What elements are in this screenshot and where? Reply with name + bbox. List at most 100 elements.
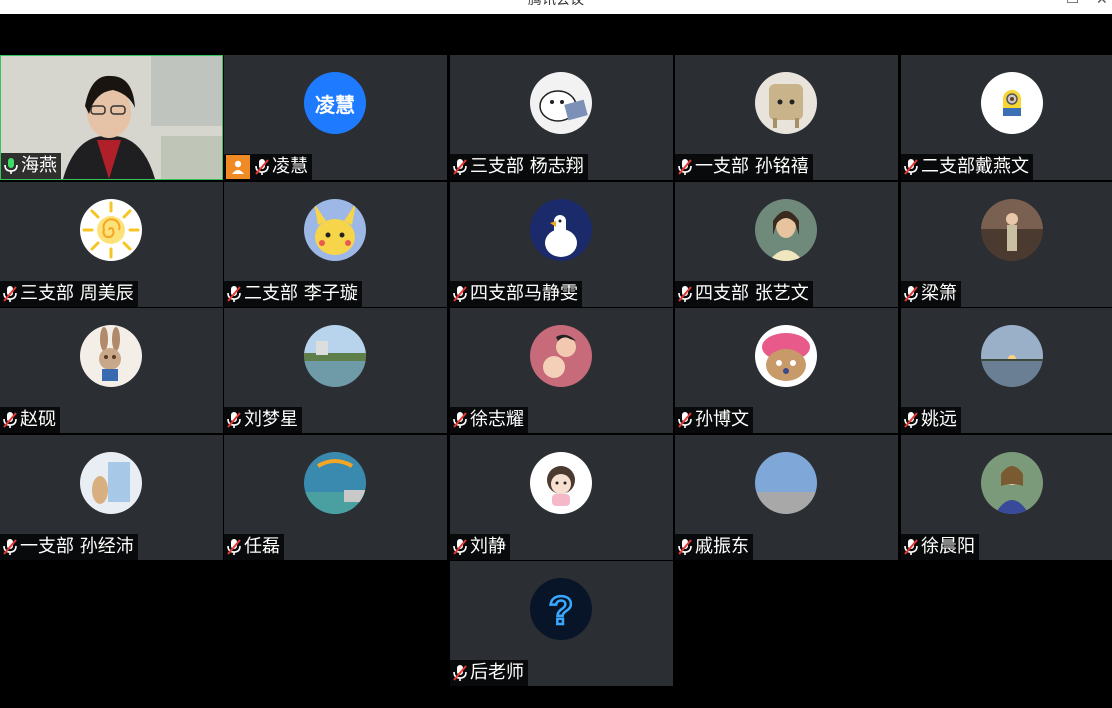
microphone-muted-icon [452,158,468,176]
participant-nameplate: 刘静 [450,534,510,560]
participant-avatar [530,199,592,261]
microphone-icon [3,157,19,175]
microphone-muted-icon [903,285,919,303]
participant-tile[interactable]: ? 后老师 [450,561,673,686]
participant-nameplate: 四支部马静雯 [450,281,582,307]
participant-nameplate: 二支部戴燕文 [901,154,1033,180]
participant-name: 二支部 李子璇 [244,283,358,304]
participant-nameplate: 三支部 杨志翔 [450,154,588,180]
participant-avatar [981,199,1043,261]
participant-avatar [304,452,366,514]
participant-avatar [530,72,592,134]
participant-tile[interactable]: 任磊 [224,435,447,560]
participant-avatar [80,325,142,387]
participant-tile[interactable]: 刘梦星 [224,308,447,433]
participant-tile[interactable]: 一支部 孙经沛 [0,435,223,560]
participant-name: 孙博文 [695,409,749,430]
microphone-muted-icon [903,538,919,556]
microphone-muted-icon [677,411,693,429]
participant-avatar: 凌慧 [304,72,366,134]
participant-tile[interactable]: 四支部 张艺文 [675,182,898,307]
participant-nameplate: 一支部 孙经沛 [0,534,138,560]
participant-name: 戚振东 [695,536,749,557]
minimize-icon[interactable]: ▭ [1066,0,1079,10]
participant-tile[interactable]: 三支部 周美辰 [0,182,223,307]
participant-avatar [304,199,366,261]
participant-tile[interactable]: 海燕 [0,55,223,180]
participant-tile[interactable]: 梁箫 [901,182,1112,307]
participant-nameplate: 二支部 李子璇 [224,281,362,307]
participant-name: 海燕 [21,155,57,176]
participant-nameplate: 姚远 [901,407,961,433]
title-bar: 腾讯会议 ▭ ✕ [0,0,1112,14]
participant-avatar [80,199,142,261]
participant-name: 凌慧 [272,156,308,177]
participant-name: 徐志耀 [470,409,524,430]
participant-nameplate: 凌慧 [224,154,312,180]
participant-nameplate: 戚振东 [675,534,753,560]
participant-avatar [80,452,142,514]
participant-avatar [755,325,817,387]
host-user-icon [226,155,250,179]
participant-name: 四支部 张艺文 [695,283,809,304]
svg-text:?: ? [549,589,573,633]
participant-name: 刘梦星 [244,409,298,430]
participant-name: 赵砚 [20,409,56,430]
participant-tile[interactable]: 赵砚 [0,308,223,433]
participant-nameplate: 海燕 [1,153,61,179]
participant-tile[interactable]: 徐晨阳 [901,435,1112,560]
participant-tile[interactable]: 二支部 李子璇 [224,182,447,307]
microphone-muted-icon [677,285,693,303]
participant-nameplate: 任磊 [224,534,284,560]
participant-name: 四支部马静雯 [470,283,578,304]
microphone-muted-icon [226,285,242,303]
microphone-muted-icon [226,411,242,429]
participant-nameplate: 一支部 孙铭禧 [675,154,813,180]
participant-avatar [981,452,1043,514]
participant-name: 三支部 杨志翔 [470,156,584,177]
participant-avatar [304,325,366,387]
participant-tile[interactable]: 凌慧 凌慧 [224,55,447,180]
window-title: 腾讯会议 [528,0,584,8]
participant-tile[interactable]: 孙博文 [675,308,898,433]
participant-name: 一支部 孙铭禧 [695,156,809,177]
participant-tile[interactable]: 三支部 杨志翔 [450,55,673,180]
participant-name: 姚远 [921,409,957,430]
participant-nameplate: 赵砚 [0,407,60,433]
participant-tile[interactable]: 姚远 [901,308,1112,433]
participant-nameplate: 梁箫 [901,281,961,307]
participant-tile[interactable]: 刘静 [450,435,673,560]
participant-avatar [755,72,817,134]
participant-name: 刘静 [470,536,506,557]
participant-tile[interactable]: 戚振东 [675,435,898,560]
participant-name: 任磊 [244,536,280,557]
microphone-muted-icon [903,411,919,429]
participant-name: 一支部 孙经沛 [20,536,134,557]
participant-nameplate: 刘梦星 [224,407,302,433]
participant-nameplate: 三支部 周美辰 [0,281,138,307]
participant-name: 后老师 [470,662,524,683]
participant-nameplate: 后老师 [450,660,528,686]
microphone-muted-icon [226,538,242,556]
microphone-muted-icon [452,664,468,682]
participant-name: 三支部 周美辰 [20,283,134,304]
microphone-muted-icon [452,285,468,303]
microphone-muted-icon [903,158,919,176]
microphone-muted-icon [452,538,468,556]
microphone-muted-icon [677,158,693,176]
participant-avatar: ? [530,578,592,640]
participant-tile[interactable]: 徐志耀 [450,308,673,433]
participant-tile[interactable]: 二支部戴燕文 [901,55,1112,180]
close-icon[interactable]: ✕ [1096,0,1108,10]
participant-tile[interactable]: 一支部 孙铭禧 [675,55,898,180]
participant-avatar [981,325,1043,387]
participant-name: 徐晨阳 [921,536,975,557]
participant-avatar [530,325,592,387]
participant-tile[interactable]: 四支部马静雯 [450,182,673,307]
participant-avatar [755,452,817,514]
microphone-muted-icon [677,538,693,556]
participant-nameplate: 徐晨阳 [901,534,979,560]
participant-avatar [981,72,1043,134]
microphone-muted-icon [2,538,18,556]
participant-nameplate: 徐志耀 [450,407,528,433]
